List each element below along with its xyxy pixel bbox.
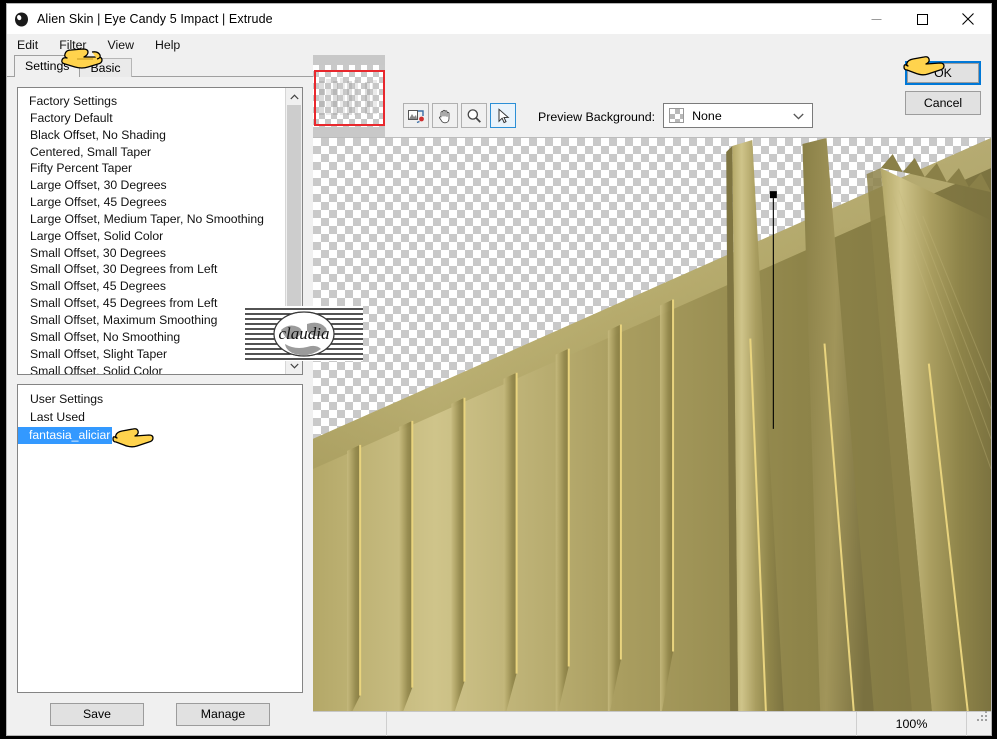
- menu-bar: Edit Filter View Help: [7, 34, 991, 55]
- preview-tool-buttons: [403, 103, 516, 128]
- list-item[interactable]: Factory Default: [18, 110, 285, 127]
- list-item[interactable]: Large Offset, 30 Degrees: [18, 177, 285, 194]
- ok-button-focus-ring: OK: [905, 61, 981, 85]
- menu-item-filter[interactable]: Filter: [59, 38, 98, 52]
- list-group-header-factory: Factory Settings: [29, 94, 118, 108]
- menu-item-help[interactable]: Help: [155, 38, 192, 52]
- navigator-viewport-rectangle[interactable]: [314, 70, 385, 126]
- tab-panel-settings: Factory Settings Factory Default Black O…: [7, 76, 313, 735]
- list-item[interactable]: Small Offset, Solid Color: [18, 363, 285, 375]
- extrude-preview-render: [313, 138, 991, 711]
- chevron-down-icon[interactable]: [793, 107, 804, 125]
- tab-strip: Settings Basic: [7, 55, 313, 77]
- list-item[interactable]: Large Offset, Solid Color: [18, 228, 285, 245]
- hand-pan-icon[interactable]: [432, 103, 458, 128]
- factory-settings-list: Factory Settings Factory Default Black O…: [18, 88, 285, 374]
- factory-settings-listbox[interactable]: Factory Settings Factory Default Black O…: [17, 87, 303, 375]
- list-item[interactable]: Last Used: [18, 409, 85, 426]
- preview-canvas[interactable]: [313, 137, 991, 711]
- save-button[interactable]: Save: [50, 702, 144, 726]
- user-settings-listbox[interactable]: User Settings Last Used fantasia_aliciar: [17, 384, 303, 693]
- list-item[interactable]: Small Offset, Maximum Smoothing: [18, 312, 285, 329]
- maximize-icon[interactable]: [899, 4, 945, 34]
- preview-toolbar: Preview Background: None OK Cancel: [313, 55, 991, 137]
- status-zoom-level: 100%: [857, 711, 967, 736]
- list-item[interactable]: Black Offset, No Shading: [18, 127, 285, 144]
- zoom-magnifier-icon[interactable]: [461, 103, 487, 128]
- list-item-selected[interactable]: fantasia_aliciar: [18, 427, 113, 444]
- dialog-buttons: OK Cancel: [905, 61, 981, 115]
- window-controls: [853, 4, 991, 34]
- list-item[interactable]: Small Offset, No Smoothing: [18, 329, 285, 346]
- list-item[interactable]: Small Offset, Slight Taper: [18, 346, 285, 363]
- settings-panel: Settings Basic Factory Settings Factory …: [7, 55, 313, 735]
- preset-action-buttons: Save Manage: [17, 693, 303, 735]
- ok-button[interactable]: OK: [907, 63, 979, 83]
- list-item[interactable]: Fifty Percent Taper: [18, 160, 285, 177]
- close-icon[interactable]: [945, 4, 991, 34]
- main-body: Settings Basic Factory Settings Factory …: [7, 55, 991, 736]
- window-title: Alien Skin | Eye Candy 5 Impact | Extrud…: [37, 12, 273, 26]
- cancel-button[interactable]: Cancel: [905, 91, 981, 115]
- tab-basic[interactable]: Basic: [79, 58, 132, 77]
- navigator-thumbnail[interactable]: [313, 55, 385, 137]
- preview-background-select[interactable]: None: [663, 103, 814, 128]
- scrollbar-thumb[interactable]: [287, 105, 301, 317]
- scrollbar-track[interactable]: [286, 105, 302, 357]
- compare-before-after-icon[interactable]: [403, 103, 429, 128]
- arrow-select-icon[interactable]: [490, 103, 516, 128]
- status-cell-message: [387, 711, 857, 736]
- menu-item-view[interactable]: View: [108, 38, 146, 52]
- list-item[interactable]: Small Offset, 30 Degrees from Left: [18, 261, 285, 278]
- tab-settings[interactable]: Settings: [14, 55, 81, 77]
- factory-list-scrollbar[interactable]: [285, 88, 302, 374]
- preview-panel: Preview Background: None OK Cancel 100%: [313, 55, 991, 736]
- minimize-icon[interactable]: [853, 4, 899, 34]
- list-group-header-user: User Settings: [30, 392, 104, 406]
- list-item[interactable]: Small Offset, 30 Degrees: [18, 245, 285, 262]
- status-cell-left: [313, 711, 387, 736]
- status-bar: 100%: [313, 710, 991, 736]
- chevron-up-icon[interactable]: [286, 88, 302, 105]
- list-item[interactable]: Small Offset, 45 Degrees from Left: [18, 295, 285, 312]
- preview-background-value: None: [692, 108, 722, 123]
- title-bar: Alien Skin | Eye Candy 5 Impact | Extrud…: [7, 4, 991, 34]
- list-item[interactable]: Large Offset, Medium Taper, No Smoothing: [18, 211, 285, 228]
- list-item[interactable]: Small Offset, 45 Degrees: [18, 278, 285, 295]
- chevron-down-icon[interactable]: [286, 357, 302, 374]
- alien-skin-logo-icon: [13, 11, 30, 28]
- preview-background-label: Preview Background:: [538, 110, 656, 124]
- manage-button[interactable]: Manage: [176, 702, 270, 726]
- application-window: Alien Skin | Eye Candy 5 Impact | Extrud…: [6, 3, 992, 736]
- transparent-checker-swatch: [669, 108, 685, 123]
- list-item[interactable]: Large Offset, 45 Degrees: [18, 194, 285, 211]
- menu-item-edit[interactable]: Edit: [17, 38, 50, 52]
- list-item[interactable]: Centered, Small Taper: [18, 144, 285, 161]
